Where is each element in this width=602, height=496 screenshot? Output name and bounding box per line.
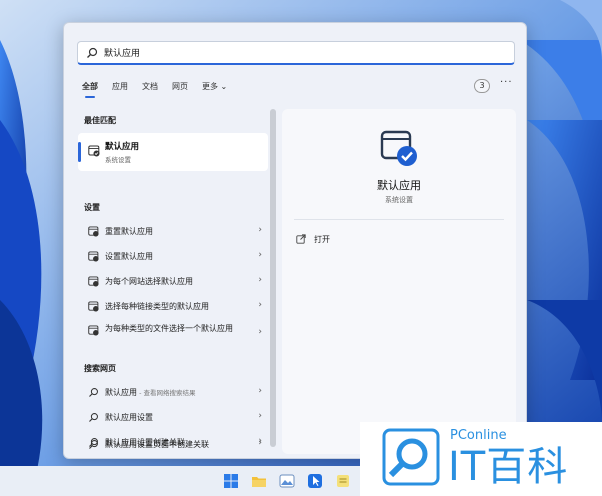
- settings-result-label: 重置默认应用: [105, 227, 153, 236]
- watermark-pconline: PConline: [450, 428, 507, 443]
- tab-web[interactable]: 网页: [172, 81, 188, 98]
- selection-accent: [78, 142, 81, 162]
- tab-apps[interactable]: 应用: [112, 81, 128, 98]
- web-result-hint: - 查看网络搜索结果: [137, 389, 196, 397]
- default-apps-icon: [88, 276, 99, 287]
- results-list: 最佳匹配 默认应用 系统设置 设置 重置默认应用 › 设置默认应用 › 为每个网…: [78, 109, 268, 454]
- best-match-subtitle: 系统设置: [105, 156, 131, 164]
- tab-more[interactable]: 更多 ⌄: [202, 81, 227, 98]
- preview-subtitle: 系统设置: [385, 196, 413, 204]
- open-external-icon: [296, 234, 306, 244]
- web-result-label: 默认应用设置页面中创建关联: [105, 440, 209, 449]
- search-box[interactable]: [77, 41, 515, 65]
- settings-result-label: 选择每种链接类型的默认应用: [105, 302, 209, 311]
- default-apps-icon: [88, 226, 99, 237]
- more-options-button[interactable]: ···: [500, 77, 513, 88]
- photos-icon[interactable]: [278, 472, 296, 490]
- settings-result-item[interactable]: 选择每种链接类型的默认应用 ›: [78, 294, 268, 318]
- preview-pane: 默认应用 系统设置 打开: [282, 109, 516, 454]
- search-flyout: 全部 应用 文档 网页 更多 ⌄ 3 ··· 最佳匹配 默认应用 系统设置 设置: [63, 22, 527, 459]
- search-icon: [89, 440, 98, 449]
- pointer-app-icon[interactable]: [306, 472, 324, 490]
- settings-result-label: 设置默认应用: [105, 252, 153, 261]
- default-apps-icon: [88, 145, 100, 157]
- tab-all[interactable]: 全部: [82, 81, 98, 98]
- search-icon: [87, 47, 98, 58]
- open-button[interactable]: 打开: [296, 231, 330, 247]
- chevron-right-icon: ›: [258, 300, 262, 310]
- chevron-right-icon: ›: [258, 327, 262, 337]
- chevron-right-icon: ›: [258, 438, 262, 448]
- web-result-item[interactable]: 默认应用 - 查看网络搜索结果 ›: [78, 380, 268, 404]
- open-label: 打开: [314, 234, 330, 244]
- default-apps-icon: [380, 130, 417, 166]
- settings-result-item[interactable]: 为每种类型的文件选择一个默认应用 ›: [78, 321, 268, 351]
- settings-result-item[interactable]: 为每个网站选择默认应用 ›: [78, 269, 268, 293]
- tab-documents[interactable]: 文档: [142, 81, 158, 98]
- chevron-right-icon: ›: [258, 225, 262, 235]
- section-web-search: 搜索网页: [84, 364, 116, 373]
- section-best-match: 最佳匹配: [84, 116, 116, 125]
- watermark: PConline IT百科: [360, 422, 602, 496]
- file-explorer-icon[interactable]: [250, 472, 268, 490]
- chevron-right-icon: ›: [258, 386, 262, 396]
- chevron-right-icon: ›: [258, 411, 262, 421]
- divider: [294, 219, 504, 220]
- chevron-right-icon: ›: [258, 275, 262, 285]
- default-apps-icon: [88, 251, 99, 262]
- filter-tabs: 全部 应用 文档 网页 更多 ⌄: [82, 81, 227, 98]
- settings-result-label: 为每个网站选择默认应用: [105, 277, 193, 286]
- web-result-label: 默认应用设置: [105, 413, 153, 422]
- best-match-title: 默认应用: [105, 142, 140, 152]
- windows-start-icon[interactable]: [222, 472, 240, 490]
- chevron-right-icon: ›: [258, 250, 262, 260]
- search-input[interactable]: [104, 43, 484, 62]
- results-scrollbar[interactable]: [270, 109, 276, 447]
- watermark-brand: IT百科: [448, 444, 569, 490]
- search-icon: [89, 388, 98, 397]
- magnifier-logo-icon: [382, 428, 440, 486]
- default-apps-icon: [88, 301, 99, 312]
- notes-app-icon[interactable]: [334, 472, 352, 490]
- search-icon: [89, 413, 98, 422]
- default-apps-icon: [88, 325, 99, 336]
- web-result-item[interactable]: 默认应用设置页面中创建关联 ›: [78, 432, 268, 456]
- settings-result-item[interactable]: 重置默认应用 ›: [78, 219, 268, 243]
- web-result-label: 默认应用 - 查看网络搜索结果: [105, 387, 195, 398]
- web-result-query: 默认应用: [105, 388, 137, 397]
- result-count-badge[interactable]: 3: [474, 79, 490, 93]
- settings-result-label: 为每种类型的文件选择一个默认应用: [105, 324, 233, 333]
- preview-title: 默认应用: [377, 179, 421, 192]
- web-result-item[interactable]: 默认应用设置 ›: [78, 405, 268, 429]
- section-settings: 设置: [84, 203, 100, 212]
- settings-result-item[interactable]: 设置默认应用 ›: [78, 244, 268, 268]
- best-match-result[interactable]: 默认应用 系统设置: [78, 133, 268, 171]
